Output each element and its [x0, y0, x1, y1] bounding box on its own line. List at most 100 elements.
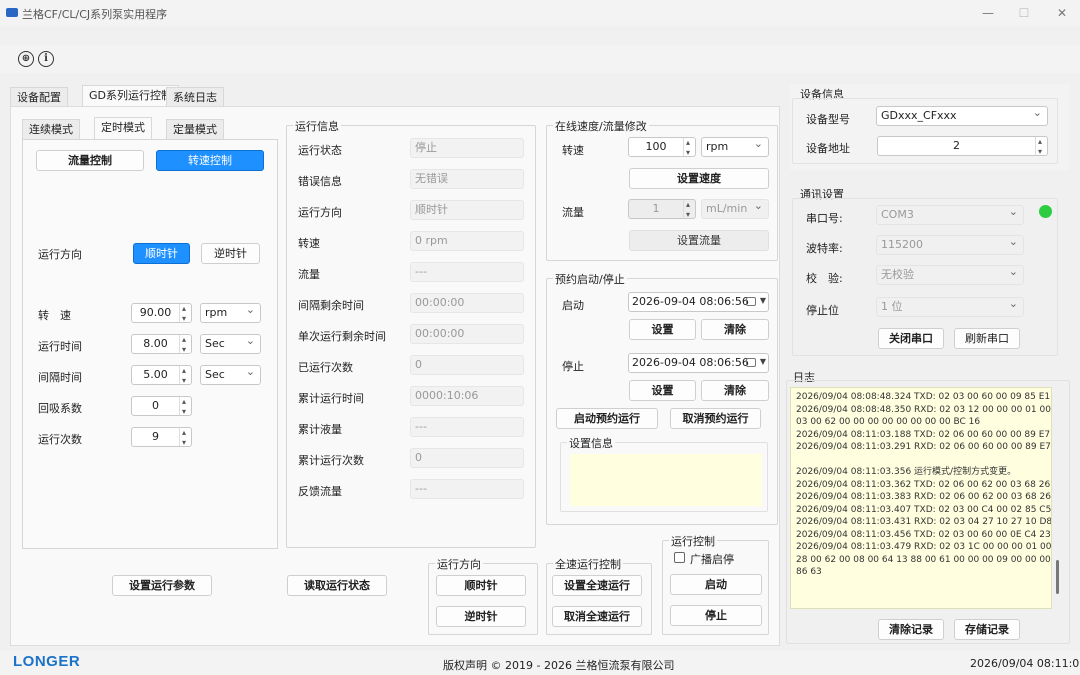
speed-info-value: 0 rpm	[410, 231, 524, 251]
maximize-button[interactable]: ☐	[1016, 5, 1032, 21]
direction-label: 运行方向	[38, 248, 82, 261]
online-adjust-title: 在线速度/流量修改	[553, 118, 649, 134]
schedule-start-clear-button[interactable]: 清除	[701, 319, 769, 340]
schedule-stop-datetime[interactable]: 2026-09-04 08:06:56 ▼	[628, 353, 769, 373]
set-speed-button[interactable]: 设置速度	[629, 168, 769, 189]
log-scrollbar[interactable]	[1056, 560, 1059, 594]
save-log-button[interactable]: 存储记录	[954, 619, 1020, 640]
toolbar	[0, 45, 1080, 73]
globe-icon[interactable]: ⊕	[18, 51, 34, 67]
run-direction-label: 运行方向	[298, 206, 342, 219]
minimize-button[interactable]: —	[980, 5, 996, 21]
set-params-button[interactable]: 设置运行参数	[112, 575, 212, 596]
port-label: 串口号:	[806, 212, 843, 225]
read-status-button[interactable]: 读取运行状态	[287, 575, 387, 596]
app-icon	[6, 8, 18, 17]
log-line: 2026/09/04 08:11:03.383 RXD: 02 06 00 62…	[796, 492, 1051, 502]
log-line: 28 00 62 00 08 00 64 13 88 00 61 00 00 0…	[796, 554, 1051, 565]
device-addr-stepper[interactable]: 2	[877, 133, 1048, 161]
baud-label: 波特率:	[806, 242, 843, 255]
full-speed-title: 全速运行控制	[553, 556, 623, 572]
tab-system-log[interactable]: 系统日志	[166, 87, 224, 107]
run-time-unit-select[interactable]: Sec	[200, 332, 261, 354]
parity-label: 校 验:	[806, 272, 843, 285]
device-model-label: 设备型号	[806, 113, 850, 126]
start-button[interactable]: 启动	[670, 574, 762, 595]
run-count-stepper[interactable]: 9	[131, 424, 192, 452]
run-ccw-button[interactable]: 逆时针	[436, 606, 526, 627]
schedule-stop-clear-button[interactable]: 清除	[701, 380, 769, 401]
feedback-flow-label: 反馈流量	[298, 485, 342, 498]
flow-info-value: ---	[410, 262, 524, 282]
clear-log-button[interactable]: 清除记录	[878, 619, 944, 640]
run-count-label: 运行次数	[38, 433, 82, 446]
speed-label: 转 速	[38, 309, 71, 322]
log-text[interactable]: 2026/09/04 08:08:48.324 TXD: 02 03 00 60…	[790, 387, 1052, 609]
schedule-stop-set-button[interactable]: 设置	[629, 380, 696, 401]
speed-unit-select[interactable]: rpm	[200, 301, 261, 323]
window-title: 兰格CF/CL/CJ系列泵实用程序	[22, 8, 168, 21]
cancel-schedule-button[interactable]: 取消预约运行	[670, 408, 761, 429]
interval-unit-select[interactable]: Sec	[200, 363, 261, 385]
log-line: 2026/09/04 08:08:48.324 TXD: 02 03 00 60…	[796, 392, 1051, 402]
run-cw-button[interactable]: 顺时针	[436, 575, 526, 596]
schedule-start-label: 启动	[562, 299, 584, 312]
run-time-stepper[interactable]: 8.00	[131, 331, 192, 359]
schedule-start-set-button[interactable]: 设置	[629, 319, 696, 340]
tab-timed-mode[interactable]: 定时模式	[94, 117, 152, 139]
schedule-start-datetime[interactable]: 2026-09-04 08:06:56 ▼	[628, 292, 769, 312]
start-schedule-button[interactable]: 启动预约运行	[556, 408, 658, 429]
log-line: 2026/09/04 08:08:48.350 RXD: 02 03 12 00…	[796, 404, 1052, 415]
schedule-info-text	[570, 454, 762, 506]
run-direction-value: 顺时针	[410, 200, 524, 220]
tab-device-config[interactable]: 设备配置	[10, 87, 68, 107]
baud-select[interactable]: 115200	[876, 233, 1024, 255]
online-flow-stepper[interactable]: 1	[628, 196, 696, 224]
speed-stepper[interactable]: 90.00	[131, 300, 192, 328]
flow-control-button[interactable]: 流量控制	[36, 150, 144, 171]
run-status-value: 停止	[410, 138, 524, 158]
set-flow-button[interactable]: 设置流量	[629, 230, 769, 251]
run-control-title: 运行控制	[669, 533, 717, 549]
tab-gd-run-control[interactable]: GD系列运行控制	[82, 85, 179, 107]
online-speed-stepper[interactable]: 100	[628, 134, 696, 162]
tab-continuous-mode[interactable]: 连续模式	[22, 119, 80, 139]
refresh-port-button[interactable]: 刷新串口	[954, 328, 1020, 349]
online-speed-unit-select[interactable]: rpm	[701, 135, 769, 157]
total-run-time-label: 累计运行时间	[298, 392, 364, 405]
close-port-button[interactable]: 关闭串口	[878, 328, 944, 349]
online-flow-unit-select[interactable]: mL/min	[701, 197, 769, 219]
cancel-full-speed-button[interactable]: 取消全速运行	[552, 606, 642, 627]
broadcast-checkbox[interactable]	[674, 552, 685, 563]
speed-control-button[interactable]: 转速控制	[156, 150, 264, 171]
log-line: 2026/09/04 08:11:03.362 TXD: 02 06 00 62…	[796, 479, 1051, 490]
log-line: 2026/09/04 08:11:03.456 TXD: 02 03 00 60…	[796, 529, 1051, 540]
log-line: 03 00 62 00 00 00 00 00 00 00 00 BC 16	[796, 417, 981, 427]
run-direction-group-title: 运行方向	[435, 556, 483, 572]
stop-bits-select[interactable]: 1 位	[876, 295, 1024, 317]
cw-button[interactable]: 顺时针	[133, 243, 190, 264]
device-addr-label: 设备地址	[806, 142, 850, 155]
runs-done-value: 0	[410, 355, 524, 375]
schedule-stop-label: 停止	[562, 360, 584, 373]
suck-back-label: 回吸系数	[38, 402, 82, 415]
set-full-speed-button[interactable]: 设置全速运行	[552, 575, 642, 596]
longer-logo: LONGER	[13, 653, 81, 670]
stop-button[interactable]: 停止	[670, 605, 762, 626]
error-info-value: 无错误	[410, 169, 524, 189]
port-select[interactable]: COM3	[876, 203, 1024, 225]
log-line: 2026/09/04 08:11:03.431 RXD: 02 03 04 27…	[796, 517, 1052, 527]
tab-quantitative-mode[interactable]: 定量模式	[166, 119, 224, 139]
info-icon[interactable]: i	[38, 51, 54, 67]
close-button[interactable]: ✕	[1054, 5, 1070, 21]
single-remaining-value: 00:00:00	[410, 324, 524, 344]
broadcast-label: 广播启停	[690, 553, 734, 566]
parity-select[interactable]: 无校验	[876, 263, 1024, 285]
ccw-button[interactable]: 逆时针	[201, 243, 260, 264]
interval-stepper[interactable]: 5.00	[131, 362, 192, 390]
single-remaining-label: 单次运行剩余时间	[298, 330, 386, 343]
suck-back-stepper[interactable]: 0	[131, 393, 192, 421]
log-line: 2026/09/04 08:11:03.188 TXD: 02 06 00 60…	[796, 429, 1051, 440]
device-model-select[interactable]: GDxxx_CFxxx	[876, 104, 1048, 126]
